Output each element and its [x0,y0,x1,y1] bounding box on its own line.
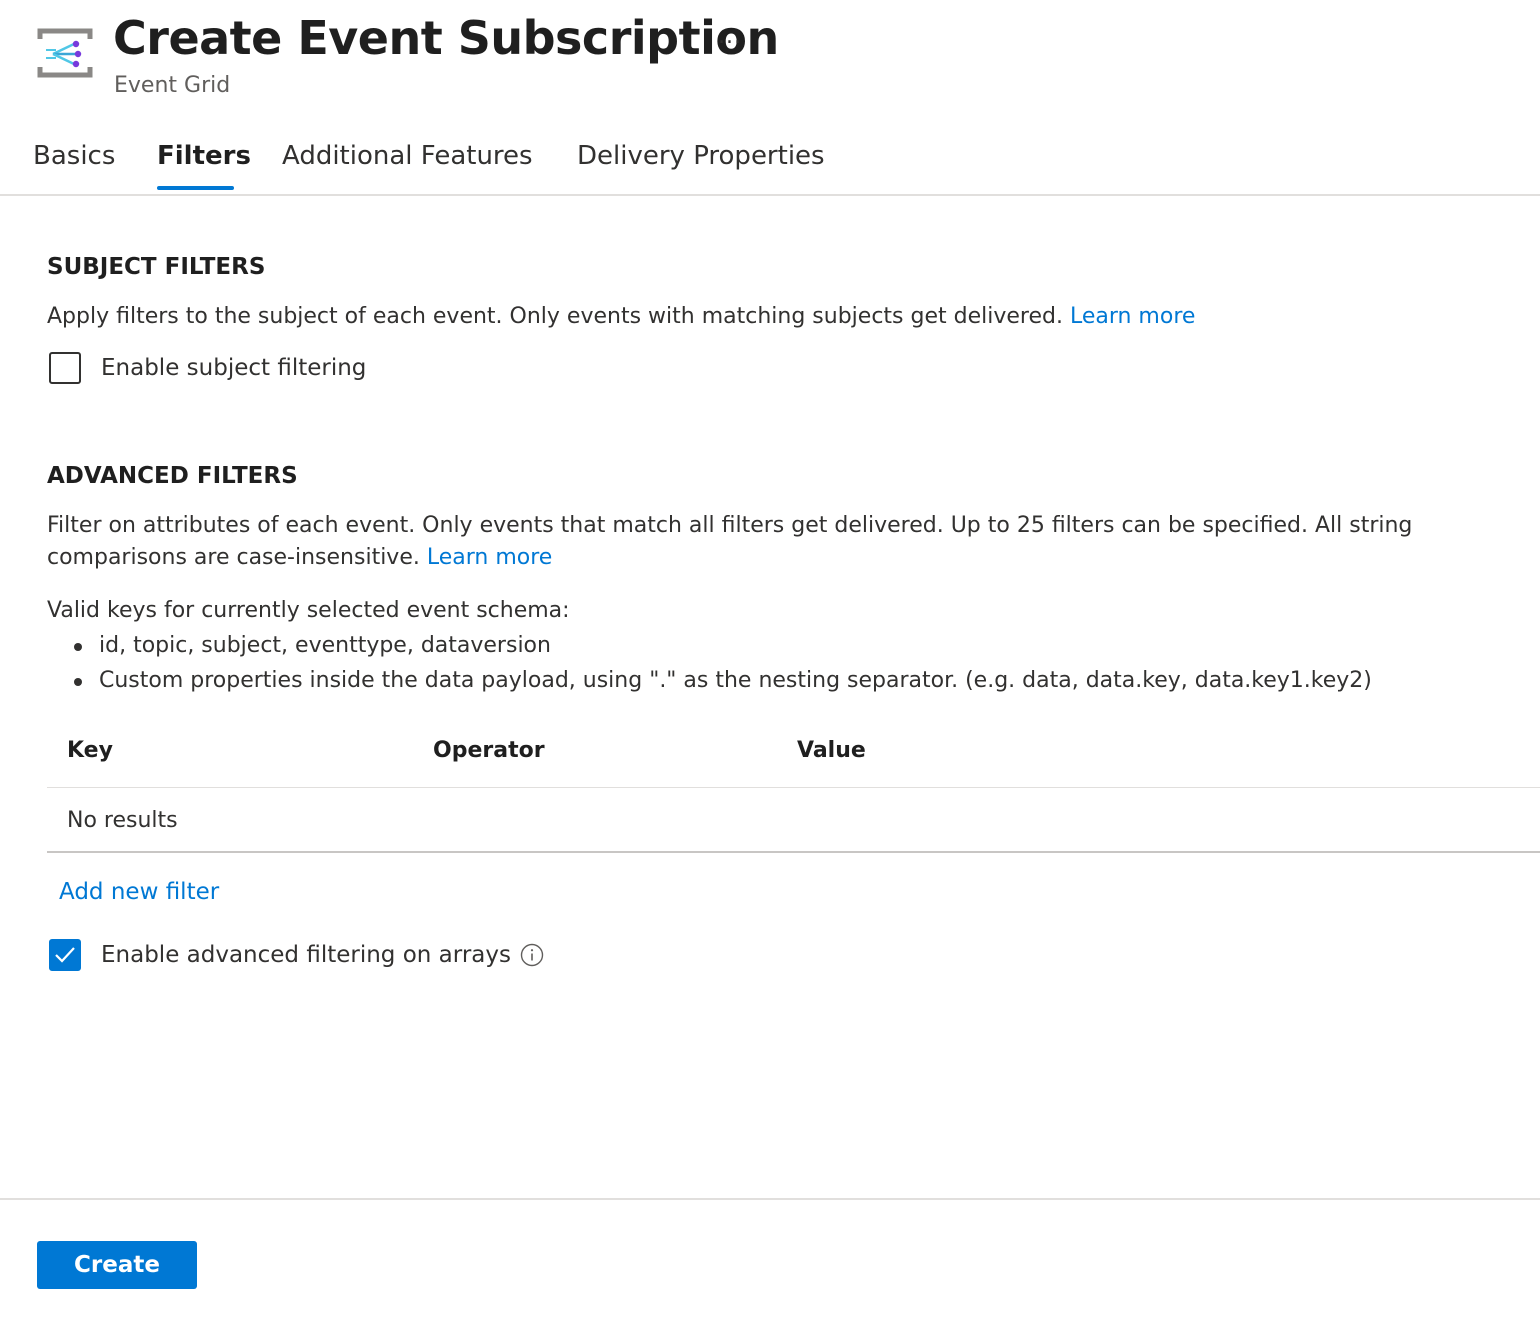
tab-additional-features[interactable]: Additional Features [282,138,533,174]
footer-divider [0,1198,1540,1200]
info-icon[interactable] [520,943,544,967]
event-grid-icon [36,27,94,79]
enable-subject-filtering-label: Enable subject filtering [101,355,367,381]
subject-filters-title: SUBJECT FILTERS [47,254,266,280]
advanced-filters-description-text: Filter on attributes of each event. Only… [47,513,1413,570]
valid-keys-list: id, topic, subject, eventtype, dataversi… [47,628,1372,698]
add-new-filter-link[interactable]: Add new filter [59,877,219,907]
table-empty-text: No results [67,808,178,833]
more-options-button[interactable]: ... [718,22,742,52]
enable-array-filtering-label: Enable advanced filtering on arrays [101,942,511,968]
subject-filters-learn-more-link[interactable]: Learn more [1070,304,1195,329]
page-subtitle: Event Grid [114,73,231,98]
column-header-value: Value [797,738,866,763]
valid-keys-label: Valid keys for currently selected event … [47,598,570,623]
tab-delivery-properties[interactable]: Delivery Properties [577,138,825,174]
tab-bar: Basics Filters Additional Features Deliv… [0,128,1540,196]
page-title: Create Event Subscription [113,11,779,65]
column-header-key: Key [67,738,113,763]
advanced-filters-learn-more-link[interactable]: Learn more [427,545,552,570]
advanced-filters-title: ADVANCED FILTERS [47,463,298,489]
tab-basics[interactable]: Basics [33,138,115,174]
create-button[interactable]: Create [37,1241,197,1289]
column-header-operator: Operator [433,738,545,763]
enable-array-filtering-checkbox[interactable] [49,939,81,971]
checkmark-icon [55,947,75,963]
tab-filters[interactable]: Filters [157,138,251,174]
active-tab-indicator [157,186,234,190]
subject-filters-description: Apply filters to the subject of each eve… [47,301,1195,333]
list-item: Custom properties inside the data payloa… [47,663,1372,698]
list-item: id, topic, subject, eventtype, dataversi… [47,628,1372,663]
subject-filters-description-text: Apply filters to the subject of each eve… [47,304,1063,329]
table-header-divider [47,787,1540,788]
enable-subject-filtering-checkbox[interactable] [49,352,81,384]
advanced-filters-description: Filter on attributes of each event. Only… [47,510,1527,574]
table-bottom-divider [47,851,1540,853]
